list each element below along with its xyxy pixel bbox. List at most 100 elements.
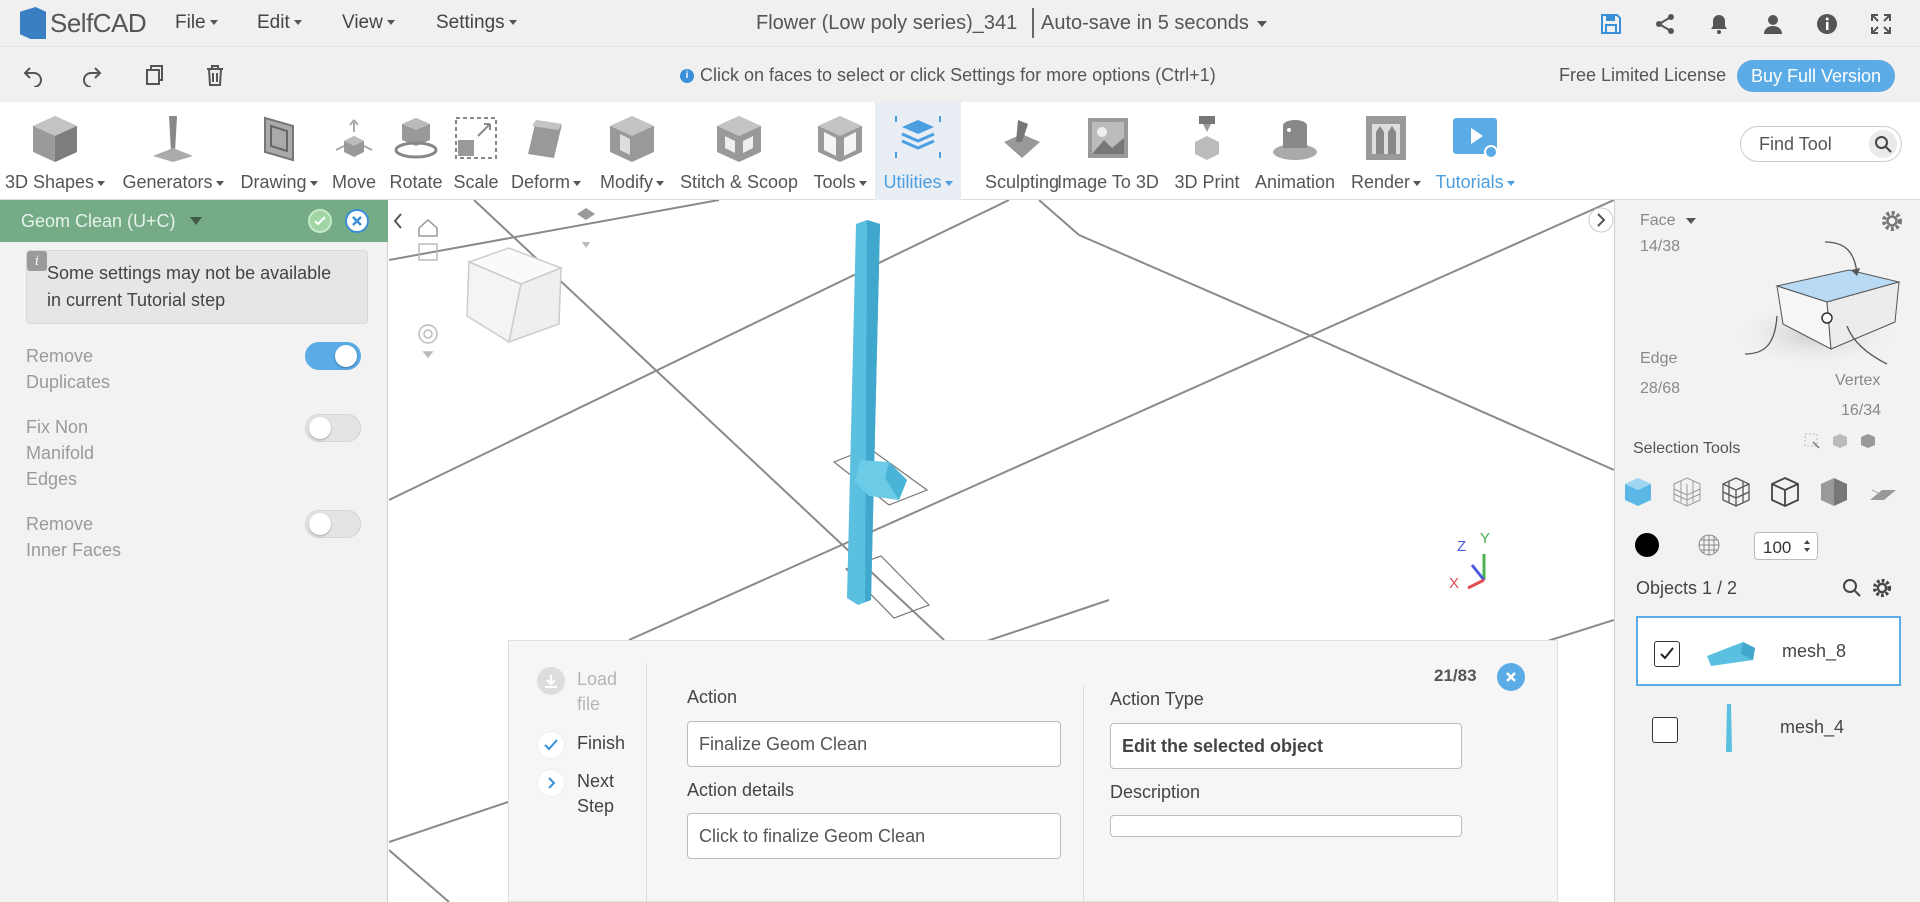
vertex-count: 16/34 bbox=[1841, 402, 1882, 419]
tool-label: Utilities bbox=[883, 172, 952, 193]
view-cube bbox=[466, 247, 564, 344]
object-row-mesh-8[interactable]: mesh_8 bbox=[1636, 616, 1901, 686]
find-tool-input[interactable] bbox=[1759, 134, 1859, 155]
tool-move[interactable]: Move bbox=[326, 102, 382, 200]
tool-label: Deform bbox=[511, 172, 581, 193]
step-finish[interactable]: Finish bbox=[537, 731, 637, 759]
generators-icon bbox=[145, 110, 201, 166]
object-checkbox[interactable] bbox=[1654, 641, 1680, 667]
tool-render[interactable]: Render bbox=[1344, 102, 1428, 200]
select-half-icon[interactable] bbox=[1817, 475, 1851, 509]
document-title[interactable]: Flower (Low poly series)_341 bbox=[756, 12, 1017, 35]
select-wire-icon[interactable] bbox=[1719, 475, 1753, 509]
find-tool-search[interactable] bbox=[1740, 126, 1902, 162]
opacity-stepper[interactable]: 100 bbox=[1754, 532, 1818, 560]
opacity-value: 100 bbox=[1763, 538, 1792, 557]
color-picker[interactable] bbox=[1635, 533, 1659, 557]
main-toolbar: 3D Shapes Generators Drawing Move Rotate… bbox=[0, 102, 1920, 200]
step-next[interactable]: Next Step bbox=[537, 769, 637, 819]
tools-icon bbox=[812, 110, 868, 166]
object-name: mesh_4 bbox=[1780, 717, 1845, 737]
object-thumbnail bbox=[1698, 628, 1764, 678]
select-rectangle-icon bbox=[1804, 433, 1820, 449]
tool-tutorials[interactable]: Tutorials bbox=[1430, 102, 1520, 200]
selection-cube-illustration bbox=[1725, 241, 1905, 369]
tool-rotate[interactable]: Rotate bbox=[386, 102, 446, 200]
selfcad-logo[interactable]: SelfCAD bbox=[20, 4, 147, 42]
3d-print-icon bbox=[1179, 110, 1235, 166]
search-icon[interactable] bbox=[1869, 130, 1897, 158]
fullscreen-icon[interactable] bbox=[1868, 11, 1894, 37]
selection-mode-icons bbox=[1803, 432, 1877, 450]
tool-animation[interactable]: Animation bbox=[1246, 102, 1344, 200]
close-icon[interactable] bbox=[1497, 663, 1525, 691]
axis-z-label: Z bbox=[1457, 538, 1467, 555]
delete-trash-icon[interactable] bbox=[201, 61, 229, 89]
tool-label: Generators bbox=[122, 172, 223, 193]
panel-title: Geom Clean (U+C) bbox=[21, 211, 176, 231]
logo-mark-icon bbox=[20, 7, 46, 39]
flower-stem-model bbox=[847, 220, 907, 605]
select-grid-icon[interactable] bbox=[1670, 475, 1704, 509]
notice-text: Some settings may not be available in cu… bbox=[47, 263, 332, 310]
notifications-bell-icon[interactable] bbox=[1706, 11, 1732, 37]
save-icon[interactable] bbox=[1598, 11, 1624, 37]
home-icon bbox=[418, 218, 438, 237]
tool-generators[interactable]: Generators bbox=[117, 102, 229, 200]
step-load-file[interactable]: Load file bbox=[537, 667, 637, 717]
move-icon bbox=[326, 110, 382, 166]
tool-3d-print[interactable]: 3D Print bbox=[1168, 102, 1246, 200]
tool-3d-shapes[interactable]: 3D Shapes bbox=[0, 102, 110, 200]
edge-count: 28/68 bbox=[1640, 380, 1681, 397]
toggle-knob bbox=[335, 345, 357, 367]
confirm-check-icon[interactable] bbox=[308, 209, 332, 233]
step-label: Finish bbox=[577, 733, 626, 753]
action-details-field[interactable]: Click to finalize Geom Clean bbox=[687, 813, 1061, 859]
tool-image-to-3d[interactable]: Image To 3D bbox=[1052, 102, 1164, 200]
tool-utilities[interactable]: Utilities bbox=[875, 102, 961, 200]
tool-label: Animation bbox=[1254, 172, 1336, 192]
menu-view[interactable]: View bbox=[342, 12, 395, 34]
chevron-down-icon[interactable] bbox=[190, 217, 202, 225]
share-icon[interactable] bbox=[1652, 11, 1678, 37]
help-info-icon[interactable] bbox=[1814, 11, 1840, 37]
axis-gizmo bbox=[1467, 554, 1486, 590]
remove-duplicates-toggle[interactable] bbox=[305, 342, 361, 370]
autosave-dropdown[interactable]: Auto-save in 5 seconds bbox=[1041, 12, 1267, 35]
menu-file[interactable]: File bbox=[175, 12, 218, 34]
redo-icon[interactable] bbox=[78, 61, 106, 89]
tool-tools[interactable]: Tools bbox=[807, 102, 873, 200]
select-cube-icon[interactable] bbox=[1621, 475, 1655, 509]
tool-scale[interactable]: Scale bbox=[449, 102, 503, 200]
wireframe-toggle-icon[interactable] bbox=[1697, 533, 1721, 562]
tool-modify[interactable]: Modify bbox=[592, 102, 672, 200]
tool-stitch-scoop[interactable]: Stitch & Scoop bbox=[676, 102, 802, 200]
title-separator bbox=[1032, 8, 1034, 38]
close-icon[interactable] bbox=[345, 209, 369, 233]
menu-edit[interactable]: Edit bbox=[257, 12, 302, 34]
object-name: mesh_8 bbox=[1782, 641, 1847, 661]
option-fix-non-manifold-label: Fix Non Manifold Edges bbox=[26, 417, 95, 489]
undo-icon[interactable] bbox=[19, 61, 47, 89]
object-row-mesh-4[interactable]: mesh_4 bbox=[1636, 694, 1901, 764]
option-remove-duplicates-label: Remove Duplicates bbox=[26, 346, 111, 392]
fix-non-manifold-toggle[interactable] bbox=[305, 414, 361, 442]
tutorials-icon bbox=[1447, 110, 1503, 166]
tool-deform[interactable]: Deform bbox=[506, 102, 586, 200]
object-checkbox[interactable] bbox=[1652, 717, 1678, 743]
chevron-right-icon bbox=[537, 769, 565, 797]
gear-icon[interactable] bbox=[1872, 578, 1892, 603]
tool-label: Render bbox=[1351, 172, 1421, 193]
copy-icon[interactable] bbox=[140, 61, 168, 89]
select-plane-icon[interactable] bbox=[1865, 475, 1899, 509]
select-edge-icon[interactable] bbox=[1768, 475, 1802, 509]
tool-drawing[interactable]: Drawing bbox=[236, 102, 322, 200]
selection-panel: Face 14/38 Edge 28/68 Vertex 16/34 Selec… bbox=[1614, 200, 1920, 902]
remove-inner-faces-toggle[interactable] bbox=[305, 510, 361, 538]
user-account-icon[interactable] bbox=[1760, 11, 1786, 37]
tool-label: Image To 3D bbox=[1057, 172, 1159, 192]
search-icon[interactable] bbox=[1842, 578, 1862, 603]
object-thumbnail bbox=[1696, 704, 1762, 754]
menu-settings[interactable]: Settings bbox=[436, 12, 517, 34]
buy-full-version-button[interactable]: Buy Full Version bbox=[1737, 60, 1895, 92]
